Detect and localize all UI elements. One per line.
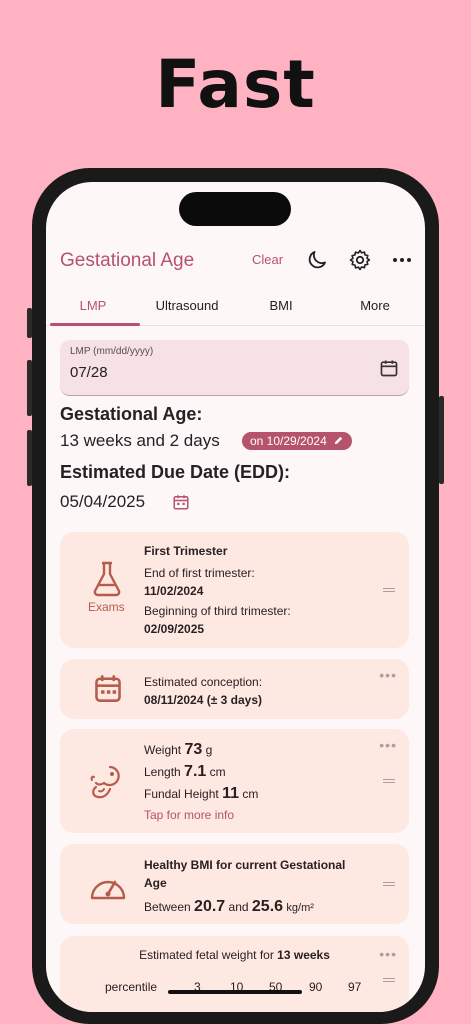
phone-volume-down [27, 430, 32, 486]
more-horizontal-icon[interactable]: ••• [379, 667, 397, 683]
headline: Fast [155, 46, 316, 123]
bmi-unit: kg/m² [286, 902, 314, 914]
phone-volume-up [27, 360, 32, 416]
trimester-title: First Trimester [144, 544, 228, 558]
page-title: Gestational Age [60, 250, 195, 271]
fetus-icon [90, 765, 120, 799]
length-unit: cm [209, 765, 226, 779]
trimester-card[interactable]: Exams First Trimester End of first trime… [60, 532, 409, 648]
drag-handle-icon[interactable] [383, 882, 395, 888]
third-trimester-value: 02/09/2025 [144, 622, 205, 636]
more-horizontal-icon[interactable] [390, 248, 414, 272]
exams-label: Exams [88, 600, 125, 614]
fetal-weight-card[interactable]: Estimated fetal weight for 13 weeks perc… [60, 936, 409, 1012]
more-horizontal-icon[interactable]: ••• [379, 737, 397, 753]
dynamic-island [179, 192, 291, 226]
gestational-age-value: 13 weeks and 2 days [60, 431, 220, 450]
fetal-size-card[interactable]: Weight 73 g Length 7.1 cm Fundal Height … [60, 729, 409, 833]
phone-frame: Gestational Age Clear LMP Ultrasound BMI… [27, 168, 444, 1024]
date-chip-label: on 10/29/2024 [250, 434, 327, 448]
pencil-icon [334, 436, 343, 445]
length-label: Length [144, 765, 181, 779]
bmi-high-value: 25.6 [251, 898, 284, 915]
bmi-range-row: Between 20.7 and 25.6 kg/m² [144, 898, 314, 916]
weight-row: Weight 73 g [144, 741, 212, 759]
conception-card[interactable]: Estimated conception: 08/11/2024 (± 3 da… [60, 659, 409, 719]
edd-value: 05/04/2025 [60, 492, 146, 511]
drag-handle-icon[interactable] [383, 779, 395, 785]
lmp-field-label: LMP (mm/dd/yyyy) [70, 346, 154, 357]
tab-lmp[interactable]: LMP [46, 298, 140, 313]
moon-icon[interactable] [305, 248, 329, 272]
gestational-age-heading: Gestational Age: [60, 404, 203, 424]
percentile-97: 97 [348, 980, 362, 994]
conception-label: Estimated conception: [144, 675, 263, 689]
trimester-end-label: End of first trimester: [144, 566, 255, 580]
weight-unit: g [205, 743, 213, 757]
bmi-title: Healthy BMI for current Gestational Age [144, 858, 346, 890]
more-info-link[interactable]: Tap for more info [144, 808, 234, 822]
bmi-low-value: 20.7 [194, 898, 226, 915]
drag-handle-icon[interactable] [383, 978, 395, 984]
conception-value: 08/11/2024 (± 3 days) [144, 693, 263, 707]
percentile-90: 90 [309, 980, 323, 994]
more-horizontal-icon[interactable]: ••• [379, 946, 397, 962]
phone-power-button [439, 396, 444, 484]
trimester-end-value: 11/02/2024 [144, 584, 204, 598]
flask-icon [93, 561, 121, 597]
length-value: 7.1 [184, 763, 207, 780]
length-row: Length 7.1 cm [144, 763, 226, 781]
third-trimester-label: Beginning of third trimester: [144, 604, 291, 618]
tab-more[interactable]: More [328, 298, 422, 313]
drag-handle-icon[interactable] [383, 588, 395, 594]
app-bar: Gestational Age Clear [46, 242, 425, 282]
tab-bmi[interactable]: BMI [234, 298, 328, 313]
healthy-bmi-card[interactable]: Healthy BMI for current Gestational Age … [60, 844, 409, 924]
active-tab-indicator [50, 323, 140, 326]
weight-value: 73 [184, 741, 203, 758]
lmp-date-field[interactable]: LMP (mm/dd/yyyy) 07/28 [60, 340, 409, 396]
date-chip[interactable]: on 10/29/2024 [242, 432, 353, 450]
phone-mute-switch [27, 308, 32, 338]
tab-bar: LMP Ultrasound BMI More [46, 294, 425, 326]
fundal-height-value: 11 [222, 785, 239, 802]
bmi-and-label: and [228, 900, 249, 914]
lmp-field-value[interactable]: 07/28 [70, 364, 108, 381]
clear-button[interactable]: Clear [252, 252, 283, 267]
fetal-weight-title: Estimated fetal weight for 13 weeks [60, 948, 409, 962]
home-indicator[interactable] [168, 990, 302, 994]
gear-icon[interactable] [348, 248, 372, 272]
weight-label: Weight [144, 743, 182, 757]
calendar-icon[interactable] [379, 358, 399, 378]
fundal-height-row: Fundal Height 11 cm [144, 785, 258, 803]
calendar-icon [95, 675, 121, 702]
edd-heading: Estimated Due Date (EDD): [60, 462, 291, 482]
fetal-weight-weeks: 13 weeks [277, 948, 330, 962]
app-screen: Gestational Age Clear LMP Ultrasound BMI… [46, 182, 425, 1012]
calendar-icon[interactable] [172, 493, 190, 511]
fetal-weight-title-prefix: Estimated fetal weight for [139, 948, 274, 962]
percentile-label: percentile [105, 980, 158, 994]
fundal-height-unit: cm [242, 787, 259, 801]
tab-ultrasound[interactable]: Ultrasound [140, 298, 234, 313]
scale-gauge-icon [90, 880, 126, 900]
fundal-height-label: Fundal Height [144, 787, 219, 801]
bmi-between-label: Between [144, 900, 191, 914]
